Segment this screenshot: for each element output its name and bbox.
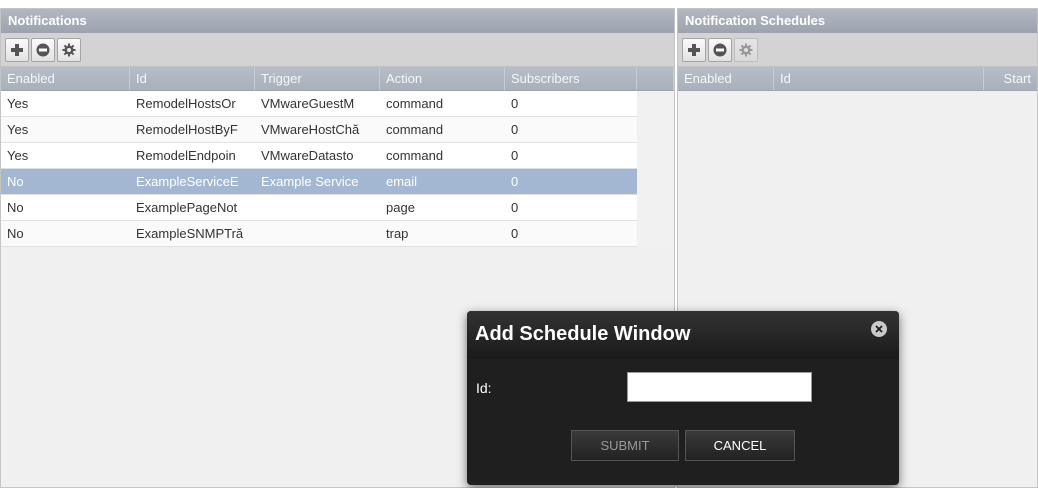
- column-header-subscribers[interactable]: Subscribers: [505, 67, 637, 90]
- close-icon: [875, 325, 883, 333]
- remove-icon: [713, 43, 727, 57]
- add-schedule-dialog: Add Schedule Window Id: SUBMIT CANCEL: [467, 311, 899, 485]
- dialog-title: Add Schedule Window: [475, 323, 691, 345]
- cell-enabled: No: [7, 174, 24, 189]
- cell-enabled: No: [7, 200, 24, 215]
- schedule-id-input[interactable]: [627, 372, 812, 402]
- cell-action: email: [386, 174, 418, 189]
- cell-id: RemodelHostsOr: [136, 96, 236, 111]
- cell-id: ExamplePageNot: [136, 200, 238, 215]
- close-dialog-button[interactable]: [871, 321, 887, 337]
- cell-trigger: [255, 221, 380, 246]
- column-header-start[interactable]: Start: [984, 67, 1037, 90]
- cell-subscribers: 0: [511, 122, 519, 137]
- add-icon: [688, 44, 700, 56]
- column-header-id[interactable]: Id: [130, 67, 255, 90]
- cell-trigger: [255, 195, 380, 220]
- cell-subscribers: 0: [511, 174, 519, 189]
- notifications-grid: Yes RemodelHostsOr VMwareGuestM command …: [1, 91, 674, 247]
- schedules-panel-title: Notification Schedules: [678, 9, 1037, 33]
- edit-schedule-button[interactable]: [734, 38, 758, 62]
- cell-id: ExampleSNMPTră: [136, 226, 244, 241]
- cancel-button[interactable]: CANCEL: [685, 430, 795, 461]
- cell-enabled: Yes: [7, 96, 29, 111]
- cell-id: RemodelHostByF: [136, 122, 238, 137]
- id-field-label: Id:: [476, 380, 492, 396]
- column-header-trigger[interactable]: Trigger: [255, 67, 380, 90]
- schedules-toolbar: [678, 33, 1037, 67]
- table-row[interactable]: Yes RemodelEndpoin VMwareDatasto command…: [1, 143, 637, 169]
- add-schedule-button[interactable]: [682, 38, 706, 62]
- add-notification-button[interactable]: [5, 38, 29, 62]
- column-header-action[interactable]: Action: [380, 67, 505, 90]
- cell-trigger: VMwareHostChă: [261, 122, 360, 137]
- cell-action: trap: [386, 226, 409, 241]
- cell-action: command: [386, 96, 444, 111]
- remove-icon: [36, 43, 50, 57]
- dialog-title-bar[interactable]: Add Schedule Window: [467, 311, 899, 359]
- cell-action: page: [386, 200, 415, 215]
- remove-schedule-button[interactable]: [708, 38, 732, 62]
- cell-subscribers: 0: [511, 96, 519, 111]
- cell-trigger: VMwareDatasto: [261, 148, 354, 163]
- submit-button[interactable]: SUBMIT: [571, 430, 679, 461]
- notifications-column-headers: Enabled Id Trigger Action Subscribers: [1, 67, 674, 91]
- cell-enabled: Yes: [7, 122, 29, 137]
- cell-subscribers: 0: [511, 226, 519, 241]
- remove-notification-button[interactable]: [31, 38, 55, 62]
- cell-trigger: VMwareGuestM: [261, 96, 355, 111]
- column-header-filler: [637, 67, 674, 90]
- cell-trigger: Example Service: [261, 174, 359, 189]
- cell-subscribers: 0: [511, 200, 519, 215]
- table-row-selected[interactable]: No ExampleServiceE Example Service email…: [1, 169, 637, 195]
- cell-enabled: Yes: [7, 148, 29, 163]
- gear-icon: [62, 43, 76, 57]
- column-header-enabled[interactable]: Enabled: [678, 67, 774, 90]
- cell-action: command: [386, 148, 444, 163]
- cell-subscribers: 0: [511, 148, 519, 163]
- edit-notification-button[interactable]: [57, 38, 81, 62]
- column-header-id[interactable]: Id: [774, 67, 984, 90]
- cell-id: ExampleServiceE: [136, 174, 239, 189]
- add-icon: [11, 44, 23, 56]
- notifications-toolbar: [1, 33, 674, 67]
- cell-action: command: [386, 122, 444, 137]
- schedules-column-headers: Enabled Id Start: [678, 67, 1037, 91]
- table-row[interactable]: Yes RemodelHostByF VMwareHostChă command…: [1, 117, 637, 143]
- gear-icon: [739, 43, 753, 57]
- cell-enabled: No: [7, 226, 24, 241]
- table-row[interactable]: Yes RemodelHostsOr VMwareGuestM command …: [1, 91, 637, 117]
- table-row[interactable]: No ExampleSNMPTră trap 0: [1, 221, 637, 247]
- table-row[interactable]: No ExamplePageNot page 0: [1, 195, 637, 221]
- column-header-enabled[interactable]: Enabled: [1, 67, 130, 90]
- cell-id: RemodelEndpoin: [136, 148, 236, 163]
- notifications-panel-title: Notifications: [1, 9, 674, 33]
